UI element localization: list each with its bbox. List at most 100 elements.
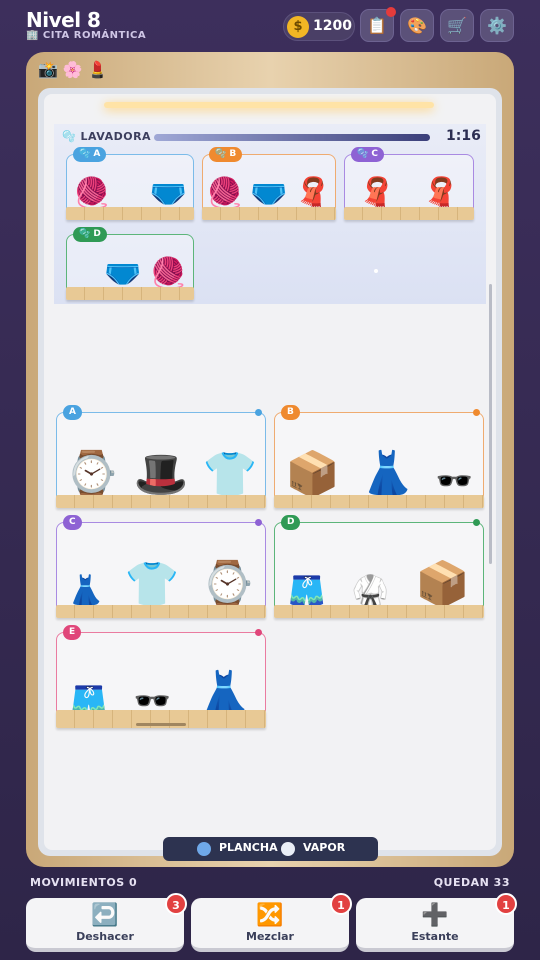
clipboard-button[interactable]: 📋 — [360, 7, 396, 42]
decorations: 📸 🌸 💄 — [38, 60, 113, 79]
shelf-tag: B — [281, 405, 300, 420]
scarf-icon[interactable]: 🧣 — [358, 179, 395, 209]
yarn-ball-icon[interactable]: 🧶 — [73, 179, 110, 209]
undo-button[interactable]: ↩️ Deshacer 3 — [26, 893, 187, 952]
shop-button[interactable]: 🛒 — [440, 9, 474, 42]
clipboard-icon: 📋 — [367, 16, 387, 35]
shelf-plank — [274, 605, 484, 618]
box-icon[interactable]: 📦 — [285, 453, 340, 497]
yarn-ball-icon[interactable]: 🧶 — [150, 259, 187, 289]
mode-toggle[interactable]: PLANCHA VAPOR — [163, 837, 378, 861]
plus-icon: ➕ — [421, 903, 449, 928]
level-title: Nivel 8 — [26, 8, 101, 32]
shelf-a[interactable]: A ⌚ 🎩 👕 — [56, 405, 266, 508]
shelf-corner-dot — [255, 409, 262, 416]
washer-slot-tag: 🫧 A — [73, 147, 107, 162]
game-board: 🫧 LAVADORA 1:16 🫧 A 🧶 🩲 🫧 B 🧶 🩲 🧣 🫧 C 🧣 🧣 — [44, 94, 496, 850]
scarf-icon[interactable]: 🧣 — [294, 179, 331, 209]
board-container: 🫧 LAVADORA 1:16 🫧 A 🧶 🩲 🫧 B 🧶 🩲 🧣 🫧 C 🧣 🧣 — [38, 88, 502, 856]
shuffle-icon: 🔀 — [256, 903, 284, 928]
shelf-plank — [274, 495, 484, 508]
plancha-radio[interactable] — [197, 842, 211, 856]
shelf-corner-dot — [255, 629, 262, 636]
washer-slot-tag: 🫧 C — [351, 147, 384, 162]
lipstick-icon: 💄 — [87, 60, 108, 79]
shelf-c[interactable]: C 👗 👕 ⌚ — [56, 515, 266, 618]
shelf-e[interactable]: E 🩳 🕶️ 👗 — [56, 625, 266, 728]
washer-label: 🫧 LAVADORA — [62, 130, 152, 143]
shelf-plank — [344, 207, 474, 220]
tshirt-icon[interactable]: 👕 — [125, 563, 180, 607]
watch-icon[interactable]: ⌚ — [64, 453, 119, 497]
undo-label: Deshacer — [76, 930, 134, 943]
top-hat-icon[interactable]: 🎩 — [134, 453, 189, 497]
wardrobe-frame: 📸🌸💄 🫧 LAVADORA 1:16 🫧 A 🧶🩲 🫧 B 🧶🩲🧣 — [26, 52, 514, 867]
palette-button[interactable]: 🎨 — [400, 9, 434, 42]
watch-icon[interactable]: ⌚ — [200, 563, 255, 607]
remaining-counter: QUEDAN 33 — [433, 876, 510, 889]
notification-dot — [386, 7, 396, 17]
coin-counter: $ 1200 — [283, 12, 355, 41]
shelf-d[interactable]: D 🩳 🥋 📦 — [274, 515, 484, 618]
undo-badge: 3 — [165, 893, 187, 915]
scarf-icon[interactable]: 🧣 — [422, 179, 459, 209]
gear-icon: ⚙️ — [487, 16, 507, 35]
jacket-icon[interactable]: 🥋 — [352, 577, 389, 607]
yarn-ball-icon[interactable]: 🧶 — [206, 179, 243, 209]
undo-icon: ↩️ — [91, 903, 119, 928]
moves-counter: MOVIMIENTOS 0 — [30, 876, 138, 889]
shorts-icon[interactable]: 🩳 — [288, 577, 325, 607]
shelf-plank — [66, 287, 194, 300]
dress-icon[interactable]: 👗 — [67, 577, 104, 607]
shuffle-label: Mezclar — [246, 930, 294, 943]
level-subtitle: 🏢 CITA ROMÁNTICA — [26, 30, 147, 41]
shelf-plank — [202, 207, 336, 220]
coin-icon: $ — [287, 16, 309, 38]
shelf-tag: C — [63, 515, 82, 530]
shelf-tag: A — [63, 405, 82, 420]
scrollbar[interactable] — [489, 284, 492, 564]
shelf-corner-dot — [473, 409, 480, 416]
sunglasses-icon[interactable]: 🕶️ — [435, 467, 472, 497]
sparkle — [374, 269, 378, 273]
washer-slot-tag: 🫧 B — [209, 147, 243, 162]
header: Nivel 8 🏢 CITA ROMÁNTICA $ 1200 📋 🎨 🛒 ⚙️ — [0, 0, 540, 50]
shelf-tag: D — [281, 515, 301, 530]
shelf-tag: E — [63, 625, 82, 640]
underwear-icon[interactable]: 🩲 — [150, 179, 187, 209]
washer-slot-c[interactable]: 🫧 C 🧣 🧣 — [344, 147, 474, 220]
washer-progress-bar — [154, 134, 431, 141]
vapor-radio[interactable] — [281, 842, 295, 856]
vapor-label: VAPOR — [303, 841, 346, 854]
cart-icon: 🛒 — [447, 16, 467, 35]
lamp-light — [104, 102, 434, 108]
plancha-label: PLANCHA — [219, 841, 278, 854]
coin-value: 1200 — [313, 18, 352, 34]
tshirt-icon[interactable]: 👕 — [203, 453, 258, 497]
box-icon[interactable]: 📦 — [415, 563, 470, 607]
washer-slot-d[interactable]: 🫧 D 🩲 🧶 — [66, 227, 194, 300]
shelf-corner-dot — [473, 519, 480, 526]
washer-timer: 1:16 — [446, 128, 481, 144]
palette-icon: 🎨 — [407, 16, 427, 35]
flower-icon: 🌸 — [62, 60, 83, 79]
shelf-corner-dot — [255, 519, 262, 526]
shelf-plank — [56, 710, 266, 728]
camera-icon: 📸 — [38, 60, 58, 79]
shelf-b[interactable]: B 📦 👗 🕶️ — [274, 405, 484, 508]
washer-slot-a[interactable]: 🫧 A 🧶 🩲 — [66, 147, 194, 220]
settings-button[interactable]: ⚙️ — [480, 9, 514, 42]
washer-area: 🫧 LAVADORA 1:16 🫧 A 🧶 🩲 🫧 B 🧶 🩲 🧣 🫧 C 🧣 🧣 — [54, 124, 486, 304]
underwear-icon[interactable]: 🩲 — [250, 179, 287, 209]
add-shelf-button[interactable]: ➕ Estante 1 — [356, 893, 517, 952]
shelf-plank — [56, 605, 266, 618]
shuffle-button[interactable]: 🔀 Mezclar 1 — [191, 893, 352, 952]
washer-slot-tag: 🫧 D — [73, 227, 107, 242]
add-shelf-badge: 1 — [495, 893, 517, 915]
dress-icon[interactable]: 👗 — [360, 453, 415, 497]
drawer-handle — [136, 723, 186, 726]
washer-slot-b[interactable]: 🫧 B 🧶 🩲 🧣 — [202, 147, 336, 220]
add-shelf-label: Estante — [411, 930, 459, 943]
shelf-plank — [56, 495, 266, 508]
underwear-icon[interactable]: 🩲 — [104, 259, 141, 289]
